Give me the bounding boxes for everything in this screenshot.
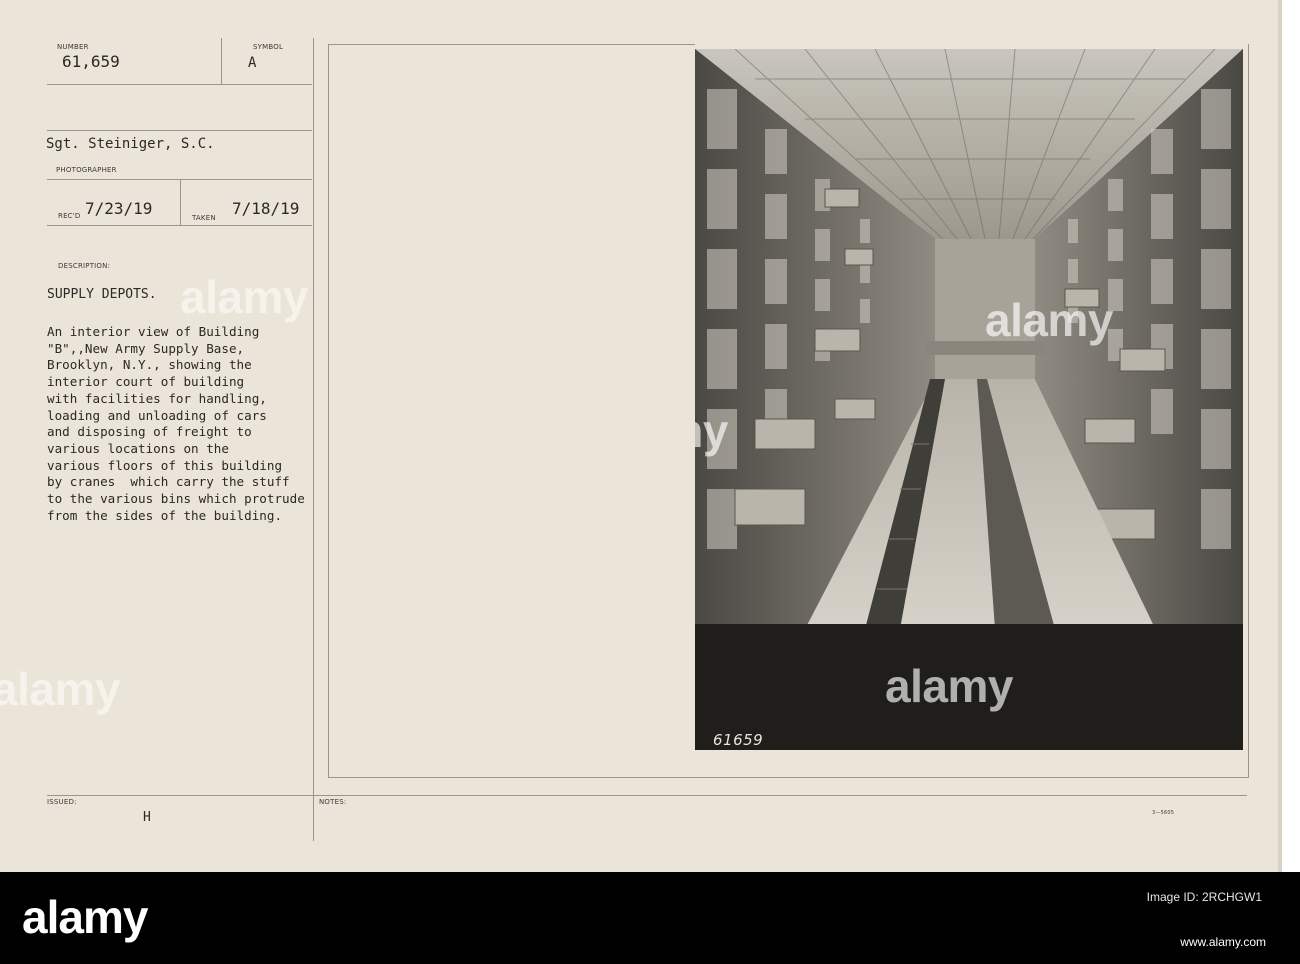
- form-code: 3—5605: [1152, 810, 1175, 816]
- divider: [47, 795, 1247, 796]
- divider: [47, 225, 312, 226]
- watermark: alamy: [885, 660, 1013, 712]
- stock-footer: alamy Image ID: 2RCHGW1 www.alamy.com: [0, 872, 1300, 964]
- notes-label: NOTES:: [319, 798, 347, 806]
- photographer-label: PHOTOGRAPHER: [56, 166, 117, 174]
- divider: [1248, 44, 1249, 778]
- symbol-value: A: [248, 55, 257, 71]
- divider: [47, 130, 312, 131]
- warehouse-interior-photo: 61659 alamy alamy alamy: [695, 49, 1243, 750]
- issued-label: ISSUED:: [47, 798, 77, 806]
- watermark: alamy: [695, 405, 728, 457]
- watermark: alamy: [985, 294, 1113, 346]
- divider: [180, 179, 181, 225]
- number-label: NUMBER: [57, 43, 89, 51]
- issued-value: H: [143, 810, 151, 825]
- divider: [47, 84, 312, 85]
- recd-date: 7/23/19: [85, 199, 153, 218]
- photo-illustration: [695, 49, 1243, 750]
- photographer-value: Sgt. Steiniger, S.C.: [46, 136, 215, 152]
- divider: [221, 38, 222, 84]
- description-text: An interior view of Building "B",,New Ar…: [47, 324, 305, 523]
- divider: [328, 44, 695, 45]
- negative-number: 61659: [713, 731, 764, 749]
- watermark: alamy: [180, 271, 308, 323]
- recd-label: REC'D: [58, 212, 81, 220]
- archive-record-card: NUMBER 61,659 SYMBOL A Sgt. Steiniger, S…: [0, 0, 1282, 872]
- symbol-label: SYMBOL: [253, 43, 284, 51]
- image-id-label: Image ID: 2RCHGW1: [1146, 890, 1262, 904]
- taken-date: 7/18/19: [232, 199, 300, 218]
- number-value: 61,659: [62, 52, 120, 71]
- watermark: alamy: [0, 663, 120, 715]
- website-url[interactable]: www.alamy.com: [1180, 935, 1266, 949]
- description-label: DESCRIPTION:: [58, 262, 111, 270]
- category-heading: SUPPLY DEPOTS.: [47, 287, 157, 302]
- taken-label: TAKEN: [192, 214, 216, 222]
- alamy-logo: alamy: [22, 891, 148, 943]
- divider: [328, 777, 1249, 778]
